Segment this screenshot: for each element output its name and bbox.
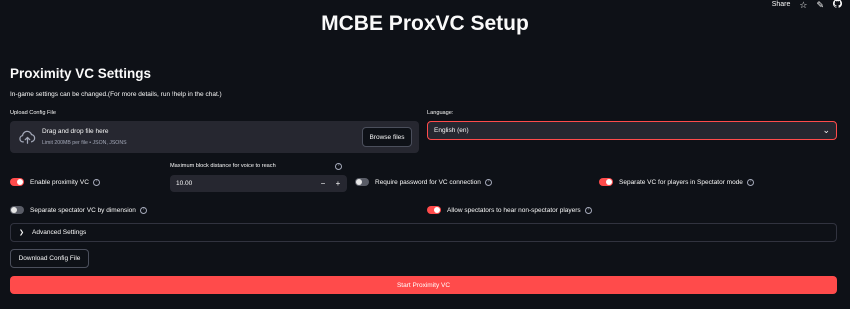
section-title: Proximity VC Settings <box>10 66 152 81</box>
max-distance-input[interactable]: 10.00 − + <box>170 175 347 192</box>
help-icon[interactable]: ? <box>139 206 147 214</box>
help-icon[interactable]: ? <box>484 178 492 186</box>
require-password-label: Require password for VC connection <box>375 178 481 186</box>
browse-files-button[interactable]: Browse files <box>362 127 412 147</box>
language-label: Language: <box>427 110 454 116</box>
start-proximity-vc-button[interactable]: Start Proximity VC <box>10 276 837 294</box>
separate-dimension-toggle-row[interactable]: Separate spectator VC by dimension ? <box>10 206 147 214</box>
help-icon[interactable]: ? <box>746 178 754 186</box>
upload-label: Upload Config File <box>10 110 57 116</box>
share-button[interactable]: Share <box>772 1 791 8</box>
help-icon[interactable]: ? <box>584 206 592 214</box>
enable-proximity-toggle-row[interactable]: Enable proximity VC ? <box>10 178 100 186</box>
upload-limit-text: Limit 200MB per file • JSON, JSONS <box>42 140 127 146</box>
increment-button[interactable]: + <box>331 175 345 192</box>
page-title: MCBE ProxVC Setup <box>321 12 529 35</box>
require-password-toggle[interactable] <box>355 178 369 186</box>
allow-spectators-toggle-row[interactable]: Allow spectators to hear non-spectator p… <box>427 206 592 214</box>
download-config-button[interactable]: Download Config File <box>10 249 89 268</box>
upload-drop-text: Drag and drop file here <box>42 128 109 135</box>
cloud-upload-icon <box>19 130 36 144</box>
help-icon[interactable]: ? <box>335 163 342 170</box>
star-icon[interactable]: ☆ <box>799 0 807 10</box>
enable-proximity-label: Enable proximity VC <box>30 178 89 186</box>
enable-proximity-toggle[interactable] <box>10 178 24 186</box>
require-password-toggle-row[interactable]: Require password for VC connection ? <box>355 178 492 186</box>
allow-spectators-label: Allow spectators to hear non-spectator p… <box>447 206 581 214</box>
separate-dimension-label: Separate spectator VC by dimension <box>30 206 136 214</box>
separate-spectator-toggle-row[interactable]: Separate VC for players in Spectator mod… <box>599 178 754 186</box>
edit-icon[interactable]: ✎ <box>816 0 824 10</box>
separate-spectator-label: Separate VC for players in Spectator mod… <box>619 178 743 186</box>
decrement-button[interactable]: − <box>316 175 330 192</box>
top-toolbar: Share ☆ ✎ <box>772 0 842 10</box>
advanced-settings-label: Advanced Settings <box>32 229 87 236</box>
section-caption: In-game settings can be changed.(For mor… <box>10 91 222 98</box>
language-value: English (en) <box>434 127 469 134</box>
chevron-right-icon: ❯ <box>19 230 25 236</box>
file-dropzone[interactable]: Drag and drop file here Limit 200MB per … <box>10 121 419 153</box>
chevron-down-icon: ⌄ <box>822 125 830 135</box>
separate-dimension-toggle[interactable] <box>10 206 24 214</box>
advanced-settings-expander[interactable]: ❯ Advanced Settings <box>10 223 837 242</box>
max-distance-value: 10.00 <box>176 180 193 187</box>
separate-spectator-toggle[interactable] <box>599 178 613 186</box>
github-icon[interactable] <box>833 0 842 10</box>
language-select[interactable]: English (en) ⌄ <box>427 121 837 140</box>
help-icon[interactable]: ? <box>92 178 100 186</box>
max-distance-label: Maximum block distance for voice to reac… <box>170 163 276 169</box>
allow-spectators-toggle[interactable] <box>427 206 441 214</box>
